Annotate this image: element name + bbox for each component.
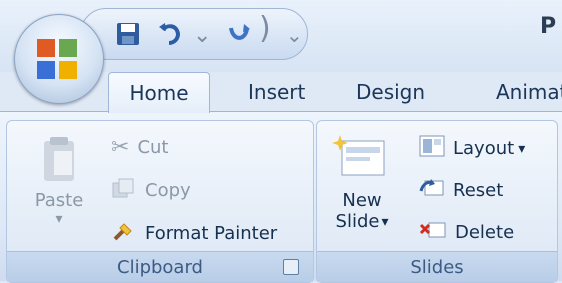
title-bar: ⌄ ) ⌄ P	[0, 0, 562, 104]
redo-icon[interactable]	[221, 17, 255, 51]
layout-icon	[419, 135, 445, 162]
tab-home[interactable]: Home	[108, 72, 210, 113]
reset-icon	[419, 177, 445, 204]
new-slide-icon	[332, 131, 392, 190]
paste-icon	[38, 133, 80, 190]
new-slide-dropdown-icon: ▾	[381, 213, 389, 230]
dialog-launcher-icon[interactable]	[283, 259, 299, 275]
layout-button[interactable]: Layout ▾	[419, 135, 525, 162]
separator-icon: )	[259, 11, 271, 46]
paste-button[interactable]: Paste ▾	[27, 133, 91, 227]
delete-icon	[419, 219, 447, 246]
quick-access-toolbar: ⌄ ) ⌄	[80, 8, 308, 60]
ribbon: Paste ▾ ✂ Cut Copy Format Painter Clipbo…	[0, 111, 562, 283]
slides-group: New Slide ▾ Layout ▾ Reset Delete Slides	[316, 120, 558, 283]
layout-dropdown-icon: ▾	[518, 140, 526, 157]
reset-label: Reset	[453, 180, 504, 201]
delete-button[interactable]: Delete	[419, 219, 514, 246]
cut-label: Cut	[137, 137, 169, 158]
slides-group-label: Slides	[317, 251, 557, 282]
scissors-icon: ✂	[111, 135, 130, 160]
copy-button[interactable]: Copy	[111, 177, 191, 204]
cut-button[interactable]: ✂ Cut	[111, 135, 168, 160]
layout-label: Layout	[453, 138, 515, 159]
office-button[interactable]	[14, 14, 104, 104]
copy-label: Copy	[145, 180, 191, 201]
office-logo-icon	[37, 39, 77, 79]
tab-insert[interactable]: Insert	[248, 72, 305, 112]
new-slide-label-line2: Slide	[335, 211, 380, 232]
dropdown-icon[interactable]: ⌄	[286, 23, 303, 47]
window-title: P	[540, 14, 557, 39]
reset-button[interactable]: Reset	[419, 177, 503, 204]
copy-icon	[111, 177, 137, 204]
undo-dropdown-icon[interactable]: ⌄	[193, 23, 211, 48]
paste-label: Paste	[34, 190, 84, 211]
paste-dropdown-icon: ▾	[55, 211, 63, 227]
delete-label: Delete	[455, 222, 515, 243]
save-icon[interactable]	[111, 17, 145, 51]
tab-design[interactable]: Design	[356, 72, 425, 112]
format-painter-label: Format Painter	[145, 223, 278, 244]
tab-animations[interactable]: Animat	[496, 72, 562, 112]
clipboard-group-label: Clipboard	[7, 251, 313, 282]
new-slide-label-line1: New	[342, 190, 382, 211]
new-slide-button[interactable]: New Slide ▾	[327, 131, 397, 232]
paintbrush-icon	[111, 219, 137, 248]
undo-icon[interactable]	[153, 17, 187, 51]
clipboard-group: Paste ▾ ✂ Cut Copy Format Painter Clipbo…	[6, 120, 314, 283]
format-painter-button[interactable]: Format Painter	[111, 219, 277, 248]
